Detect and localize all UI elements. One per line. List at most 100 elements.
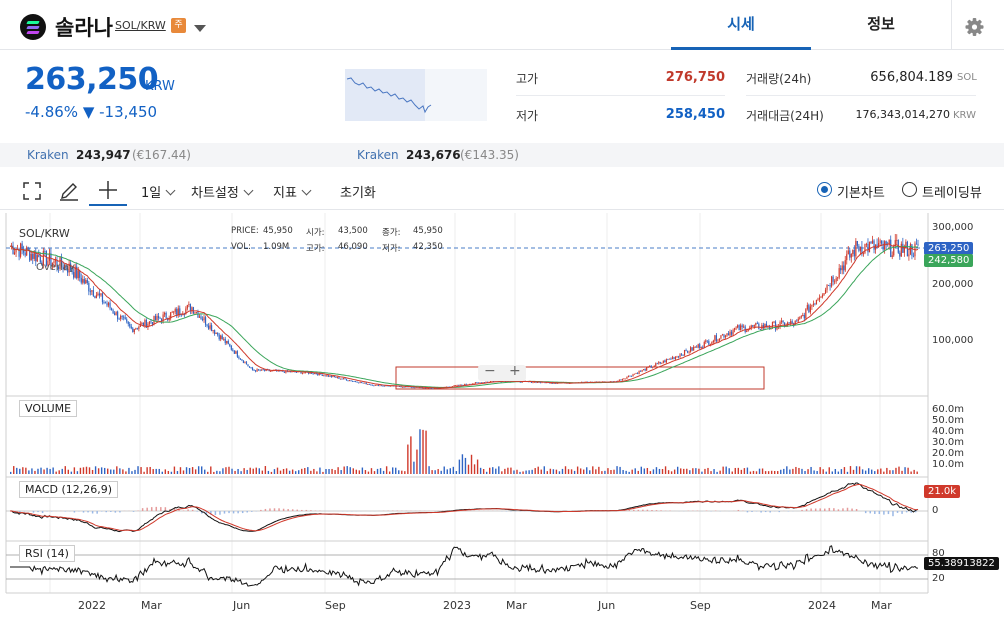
zoom-in-button[interactable]: + <box>509 363 521 379</box>
volume-bar <box>279 470 282 474</box>
candle-body <box>244 362 246 364</box>
candle-body <box>633 373 636 375</box>
candle-body <box>270 371 272 372</box>
candle-body <box>847 250 849 255</box>
candle-body <box>552 383 554 384</box>
crosshair-icon[interactable] <box>89 176 127 206</box>
volume-bar <box>589 470 591 474</box>
candle-body <box>232 349 234 351</box>
candle-body <box>345 379 348 381</box>
candle-body <box>644 369 646 371</box>
fullscreen-icon[interactable] <box>21 180 43 202</box>
candle-body <box>245 362 248 365</box>
macd-histogram-bar <box>191 509 194 511</box>
date-axis-label: Jun <box>233 599 251 612</box>
candle-body <box>683 350 686 356</box>
candle-body <box>917 244 919 246</box>
volume-bar <box>382 470 385 474</box>
macd-histogram-bar <box>814 508 817 511</box>
candle-body <box>881 240 883 244</box>
volume-bar <box>107 468 109 474</box>
candle-body <box>110 308 113 310</box>
candle-body <box>643 369 645 370</box>
candle-body <box>868 241 871 253</box>
ohlc-close: 45,950 <box>413 226 443 236</box>
volume-bar <box>376 468 379 474</box>
candle-body <box>821 295 824 297</box>
candle-body <box>733 328 736 330</box>
macd-histogram-bar <box>82 511 85 513</box>
chevron-down-icon <box>243 185 254 196</box>
candle-body <box>743 326 745 328</box>
volume-bar <box>425 430 427 474</box>
volume-pane-label: VOLUME <box>19 400 78 417</box>
macd-histogram-bar <box>896 511 899 513</box>
exchange-name[interactable]: Kraken <box>27 148 69 162</box>
candle-body <box>204 317 207 325</box>
candle-body <box>258 369 260 371</box>
candle-body <box>368 384 370 385</box>
macd-histogram-bar <box>642 509 644 511</box>
candle-body <box>164 312 166 315</box>
volume-bar <box>419 429 421 474</box>
volume-bar <box>716 471 718 474</box>
exchange-name[interactable]: Kraken <box>357 148 399 162</box>
caution-badge: 주 <box>171 18 186 33</box>
candle-body <box>103 302 105 303</box>
candle-body <box>797 318 799 322</box>
candle-body <box>238 356 240 359</box>
candle-body <box>674 356 677 360</box>
macd-histogram-bar <box>241 511 244 514</box>
volume-label: 거래량(24h) <box>746 72 812 86</box>
volume-bar <box>313 468 315 474</box>
candle-body <box>877 243 880 247</box>
macd-histogram-bar <box>905 511 908 513</box>
chart-settings-dropdown[interactable]: 차트설정 <box>191 182 254 201</box>
candle-body <box>626 377 628 379</box>
pencil-icon[interactable] <box>58 180 80 202</box>
tab-market[interactable]: 시세 <box>671 0 811 50</box>
volume-bar <box>461 454 464 474</box>
volume-bar <box>864 470 867 474</box>
volume-bar <box>204 469 206 474</box>
volume-bar <box>758 468 761 474</box>
candle-body <box>834 281 836 283</box>
macd-histogram-bar <box>892 511 894 517</box>
chevron-down-icon[interactable] <box>192 20 208 34</box>
basic-chart-radio[interactable] <box>817 182 832 197</box>
volume-bar <box>234 470 236 474</box>
interval-dropdown[interactable]: 1일 <box>141 182 176 201</box>
volume-bar <box>173 466 176 474</box>
candle-body <box>350 380 352 382</box>
macd-histogram-bar <box>883 511 885 515</box>
volume-bar <box>883 471 885 474</box>
volume-bar <box>686 468 688 474</box>
indicators-dropdown[interactable]: 지표 <box>273 182 312 201</box>
pair-link[interactable]: SOL/KRW <box>115 19 166 32</box>
exchange-price: 243,947 <box>76 148 131 162</box>
candle-body <box>154 316 157 321</box>
candle-body <box>915 243 918 245</box>
candle-body <box>855 241 857 257</box>
reset-button[interactable]: 초기화 <box>340 182 376 201</box>
candle-body <box>113 313 116 315</box>
settings-button[interactable] <box>951 0 1004 50</box>
tradingview-radio[interactable] <box>902 182 917 197</box>
candle-body <box>250 367 252 369</box>
candle-body <box>432 388 434 390</box>
overlay-label[interactable]: Overlay <box>36 262 75 273</box>
basic-chart-label[interactable]: 기본차트 <box>837 182 885 201</box>
candle-body <box>461 384 463 386</box>
volume-bar <box>586 467 588 474</box>
high-label: 고가 <box>516 72 539 86</box>
macd-histogram-bar <box>282 508 285 511</box>
candle-body <box>179 308 181 315</box>
price-axis-label: 300,000 <box>932 222 974 233</box>
tradingview-label[interactable]: 트레이딩뷰 <box>922 182 982 201</box>
volume-bar <box>734 467 736 474</box>
zoom-out-button[interactable]: − <box>484 363 496 379</box>
tab-info[interactable]: 정보 <box>811 0 951 50</box>
price-chart[interactable] <box>0 213 1004 613</box>
candle-body <box>911 244 913 256</box>
candle-body <box>826 285 828 290</box>
